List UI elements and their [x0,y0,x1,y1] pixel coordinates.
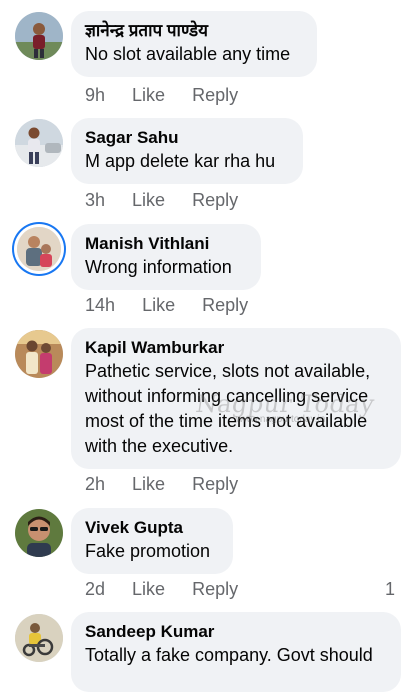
comment-actions: 2h Like Reply [85,474,238,495]
comment-actions: 3h Like Reply [85,190,238,211]
avatar[interactable] [15,509,63,557]
avatar-photo [15,119,63,167]
comment-author[interactable]: Sandeep Kumar [85,621,387,643]
reply-button[interactable]: Reply [192,474,238,495]
comment-text: Fake promotion [85,541,211,561]
comment-bubble: Sandeep Kumar Totally a fake company. Go… [71,612,401,692]
comment-text: Pathetic service, slots not available, w… [85,361,371,456]
comment-author[interactable]: ज्ञानेन्द्र प्रताप पाण्डेय [85,20,303,42]
like-button[interactable]: Like [142,295,175,316]
avatar[interactable] [15,12,63,60]
comment-bubble: ज्ञानेन्द्र प्रताप पाण्डेय No slot avail… [71,11,317,77]
avatar[interactable] [15,330,63,378]
comment-actions: 9h Like Reply [85,85,238,106]
comment-time[interactable]: 3h [85,190,105,211]
reply-button[interactable]: Reply [192,85,238,106]
comment-time[interactable]: 2h [85,474,105,495]
comment-text: Wrong information [85,257,232,277]
comment-author[interactable]: Manish Vithlani [85,233,247,255]
comment-text: No slot available any time [85,44,291,64]
avatar[interactable] [17,227,61,271]
comment-text: Totally a fake company. Govt should [85,645,373,665]
comment-bubble: Manish Vithlani Wrong information [71,224,261,290]
comment-bubble: Sagar Sahu M app delete kar rha hu [71,118,303,184]
reply-button[interactable]: Reply [192,579,238,600]
avatar-photo [15,330,63,378]
reaction-count[interactable]: 1 [385,579,395,600]
comment-text: M app delete kar rha hu [85,151,276,171]
comment-time[interactable]: 2d [85,579,105,600]
comment-author[interactable]: Vivek Gupta [85,517,219,539]
like-button[interactable]: Like [132,579,165,600]
avatar-photo [17,227,61,271]
avatar-photo [15,509,63,557]
comment-author[interactable]: Sagar Sahu [85,127,289,149]
avatar[interactable] [15,614,63,662]
comment-bubble: Vivek Gupta Fake promotion [71,508,233,574]
like-button[interactable]: Like [132,190,165,211]
reply-button[interactable]: Reply [202,295,248,316]
reply-button[interactable]: Reply [192,190,238,211]
comment-author[interactable]: Kapil Wamburkar [85,337,391,359]
comment-bubble: Kapil Wamburkar Pathetic service, slots … [71,328,401,469]
avatar-photo [15,614,63,662]
comment-actions: 2d Like Reply [85,579,238,600]
comment-thread: ज्ञानेन्द्र प्रताप पाण्डेय No slot avail… [0,0,401,692]
comment-actions: 14h Like Reply [85,295,248,316]
like-button[interactable]: Like [132,85,165,106]
avatar[interactable] [15,119,63,167]
comment-time[interactable]: 9h [85,85,105,106]
comment-time[interactable]: 14h [85,295,115,316]
avatar-photo [15,12,63,60]
like-button[interactable]: Like [132,474,165,495]
